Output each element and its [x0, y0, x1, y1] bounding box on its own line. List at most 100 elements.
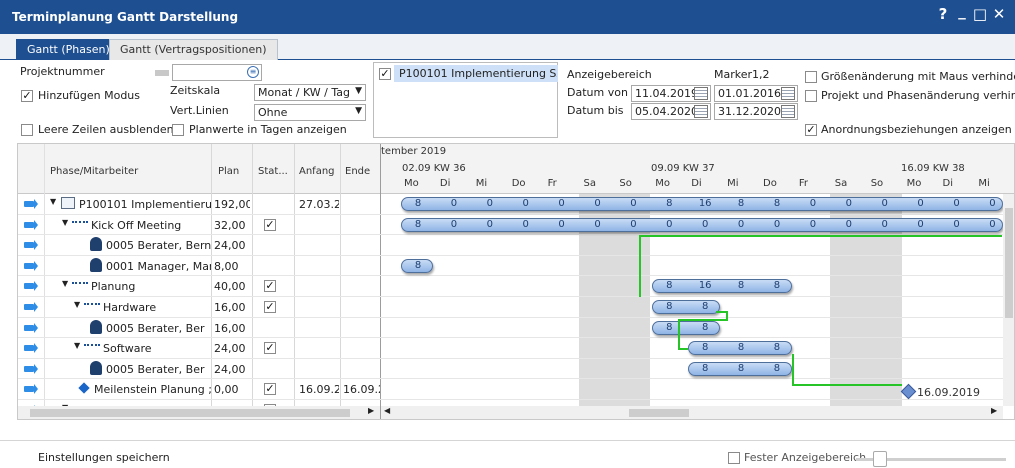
gantt-bar[interactable]: 8 8 8	[688, 341, 792, 356]
horizontal-scrollbar-right[interactable]: ◀ ▶	[381, 406, 1003, 419]
hinzufuegen-checkbox[interactable]: ✓	[21, 90, 33, 102]
day-label: Di	[439, 178, 451, 189]
tab-gantt-vertragspositionen[interactable]: Gantt (Vertragspositionen)	[109, 39, 278, 60]
help-button[interactable]: ?	[934, 5, 952, 23]
row-arrow-icon[interactable]	[24, 260, 38, 271]
anordnung-checkbox[interactable]: ✓	[805, 124, 817, 136]
bar-value: 8	[414, 259, 422, 271]
zeitskala-select[interactable]: Monat / KW / Tag ▼	[254, 84, 366, 101]
calendar-icon[interactable]	[694, 105, 708, 118]
expand-icon[interactable]: ▼	[74, 341, 80, 350]
cell-anfang: 16.09.20	[299, 383, 339, 397]
col-header-status[interactable]: Stat...	[258, 166, 288, 182]
row-arrow-icon[interactable]	[24, 240, 38, 251]
table-row[interactable]: 0001 Manager, Marku8,00	[18, 256, 1014, 277]
fester-label: Fester Anzeigebereich	[744, 451, 867, 464]
tab-gantt-phasen[interactable]: Gantt (Phasen)	[16, 39, 121, 60]
row-arrow-icon[interactable]	[24, 199, 38, 209]
row-arrow-icon[interactable]	[24, 322, 38, 333]
bar-value: 0	[666, 218, 673, 230]
calendar-icon[interactable]	[781, 105, 795, 118]
gantt-bar[interactable]: 8000000816880000000	[401, 197, 1003, 211]
horizontal-scrollbar-left[interactable]: ▶	[18, 406, 380, 419]
status-checkbox[interactable]: ✓	[264, 383, 276, 396]
expand-icon[interactable]: ▼	[62, 218, 68, 227]
project-list[interactable]: ✓ P100101 Implementierung SAP B	[373, 62, 558, 138]
cell-ende: 16.09.2	[343, 383, 380, 397]
table-row[interactable]: ▼ Software 24,00 ✓	[18, 338, 1014, 359]
datum-bis-input[interactable]: 05.04.2020	[631, 103, 711, 120]
marker-von-input[interactable]: 01.01.2016	[714, 85, 798, 102]
horizontal-scrollbar-thumb[interactable]	[30, 409, 350, 417]
marker-bis-input[interactable]: 31.12.2020	[714, 103, 798, 120]
close-button[interactable]: ✕	[990, 5, 1008, 23]
bar-value: 0	[522, 198, 529, 209]
row-arrow-icon[interactable]	[24, 281, 38, 292]
planwerte-label: Planwerte in Tagen anzeigen	[189, 123, 347, 136]
status-checkbox[interactable]: ✓	[264, 280, 276, 293]
table-row[interactable]: ▼ Planung 40,00 ✓	[18, 276, 1014, 297]
calendar-icon[interactable]	[694, 87, 708, 100]
gantt-bar[interactable]: 8	[401, 258, 433, 273]
status-checkbox[interactable]: ✓	[264, 218, 276, 231]
zoom-slider-handle[interactable]	[873, 451, 887, 467]
col-header-anfang[interactable]: Anfang	[299, 166, 335, 182]
expand-icon[interactable]: ▼	[62, 279, 68, 288]
gantt-bar[interactable]: 800000000000000000	[401, 217, 1003, 232]
chevron-down-icon: ▼	[355, 86, 362, 96]
datum-von-input[interactable]: 11.04.2019	[631, 85, 711, 102]
groesse-checkbox[interactable]	[805, 71, 817, 83]
datum-bis-value: 05.04.2020	[635, 105, 698, 118]
projekt-checkbox[interactable]	[805, 90, 817, 102]
expand-icon[interactable]: ▼	[74, 300, 80, 309]
row-arrow-icon[interactable]	[24, 302, 38, 312]
arrow-left-icon[interactable]: ◀	[384, 406, 390, 415]
project-list-item-checkbox[interactable]: ✓	[379, 68, 391, 80]
row-arrow-icon[interactable]	[24, 219, 38, 230]
projektnummer-input[interactable]: ≡	[172, 64, 262, 81]
expand-icon[interactable]: ▼	[50, 197, 56, 206]
table-row[interactable]: 0005 Berater, Bernd 24,00	[18, 235, 1014, 256]
status-checkbox[interactable]: ✓	[264, 342, 276, 355]
gantt-bar[interactable]: 8 16 8 8	[652, 279, 792, 294]
maximize-button[interactable]: □	[971, 5, 989, 23]
col-header-plan[interactable]: Plan	[218, 166, 239, 182]
table-row[interactable]: 0005 Berater, Ber 16,00	[18, 318, 1014, 339]
fester-checkbox[interactable]	[728, 452, 740, 464]
bar-value: 8	[702, 362, 709, 374]
leere-zeilen-checkbox[interactable]	[21, 124, 33, 136]
planwerte-checkbox[interactable]	[172, 124, 184, 136]
person-icon	[90, 319, 102, 334]
row-arrow-icon[interactable]	[24, 363, 38, 374]
status-checkbox[interactable]: ✓	[264, 301, 276, 313]
col-header-phase[interactable]: Phase/Mitarbeiter	[50, 166, 138, 182]
gantt-bar[interactable]: 88	[652, 300, 721, 314]
horizontal-scrollbar-thumb[interactable]	[629, 409, 689, 417]
row-arrow-icon[interactable]	[24, 384, 38, 395]
vertlinien-select[interactable]: Ohne ▼	[254, 104, 366, 121]
gantt-bar[interactable]: 88	[652, 320, 721, 335]
table-row[interactable]: Meilenstein Planung ;0,00 16.09.20 16.09.2…	[18, 379, 1014, 400]
arrow-right-icon[interactable]: ▶	[991, 406, 997, 415]
table-row[interactable]: 0005 Berater, Ber 24,00	[18, 359, 1014, 380]
gantt-bar[interactable]: 8 8 8	[688, 361, 792, 376]
vertical-scrollbar-thumb[interactable]	[1005, 208, 1013, 318]
phase-icon	[84, 303, 100, 307]
arrow-right-icon[interactable]: ▶	[368, 406, 374, 415]
bar-value: 0	[845, 218, 852, 230]
lookup-icon[interactable]: ≡	[247, 66, 259, 78]
bar-value: 8	[773, 198, 781, 209]
vertical-scrollbar[interactable]	[1003, 194, 1014, 406]
minimize-button[interactable]: _	[953, 2, 971, 20]
zeitskala-value: Monat / KW / Tag	[258, 86, 350, 99]
cell-plan: 0,00	[214, 383, 239, 397]
calendar-icon[interactable]	[781, 87, 795, 100]
einstellungen-speichern-button[interactable]: Einstellungen speichern	[38, 451, 170, 464]
project-list-item[interactable]: P100101 Implementierung SAP B	[399, 67, 557, 80]
bar-value: 0	[917, 218, 924, 230]
bar-value: 0	[522, 218, 529, 230]
col-header-ende[interactable]: Ende	[345, 166, 370, 182]
table-row[interactable]: ▼ Hardware 16,00 ✓	[18, 297, 1014, 318]
dependency-line	[639, 235, 641, 297]
row-arrow-icon[interactable]	[24, 343, 38, 354]
